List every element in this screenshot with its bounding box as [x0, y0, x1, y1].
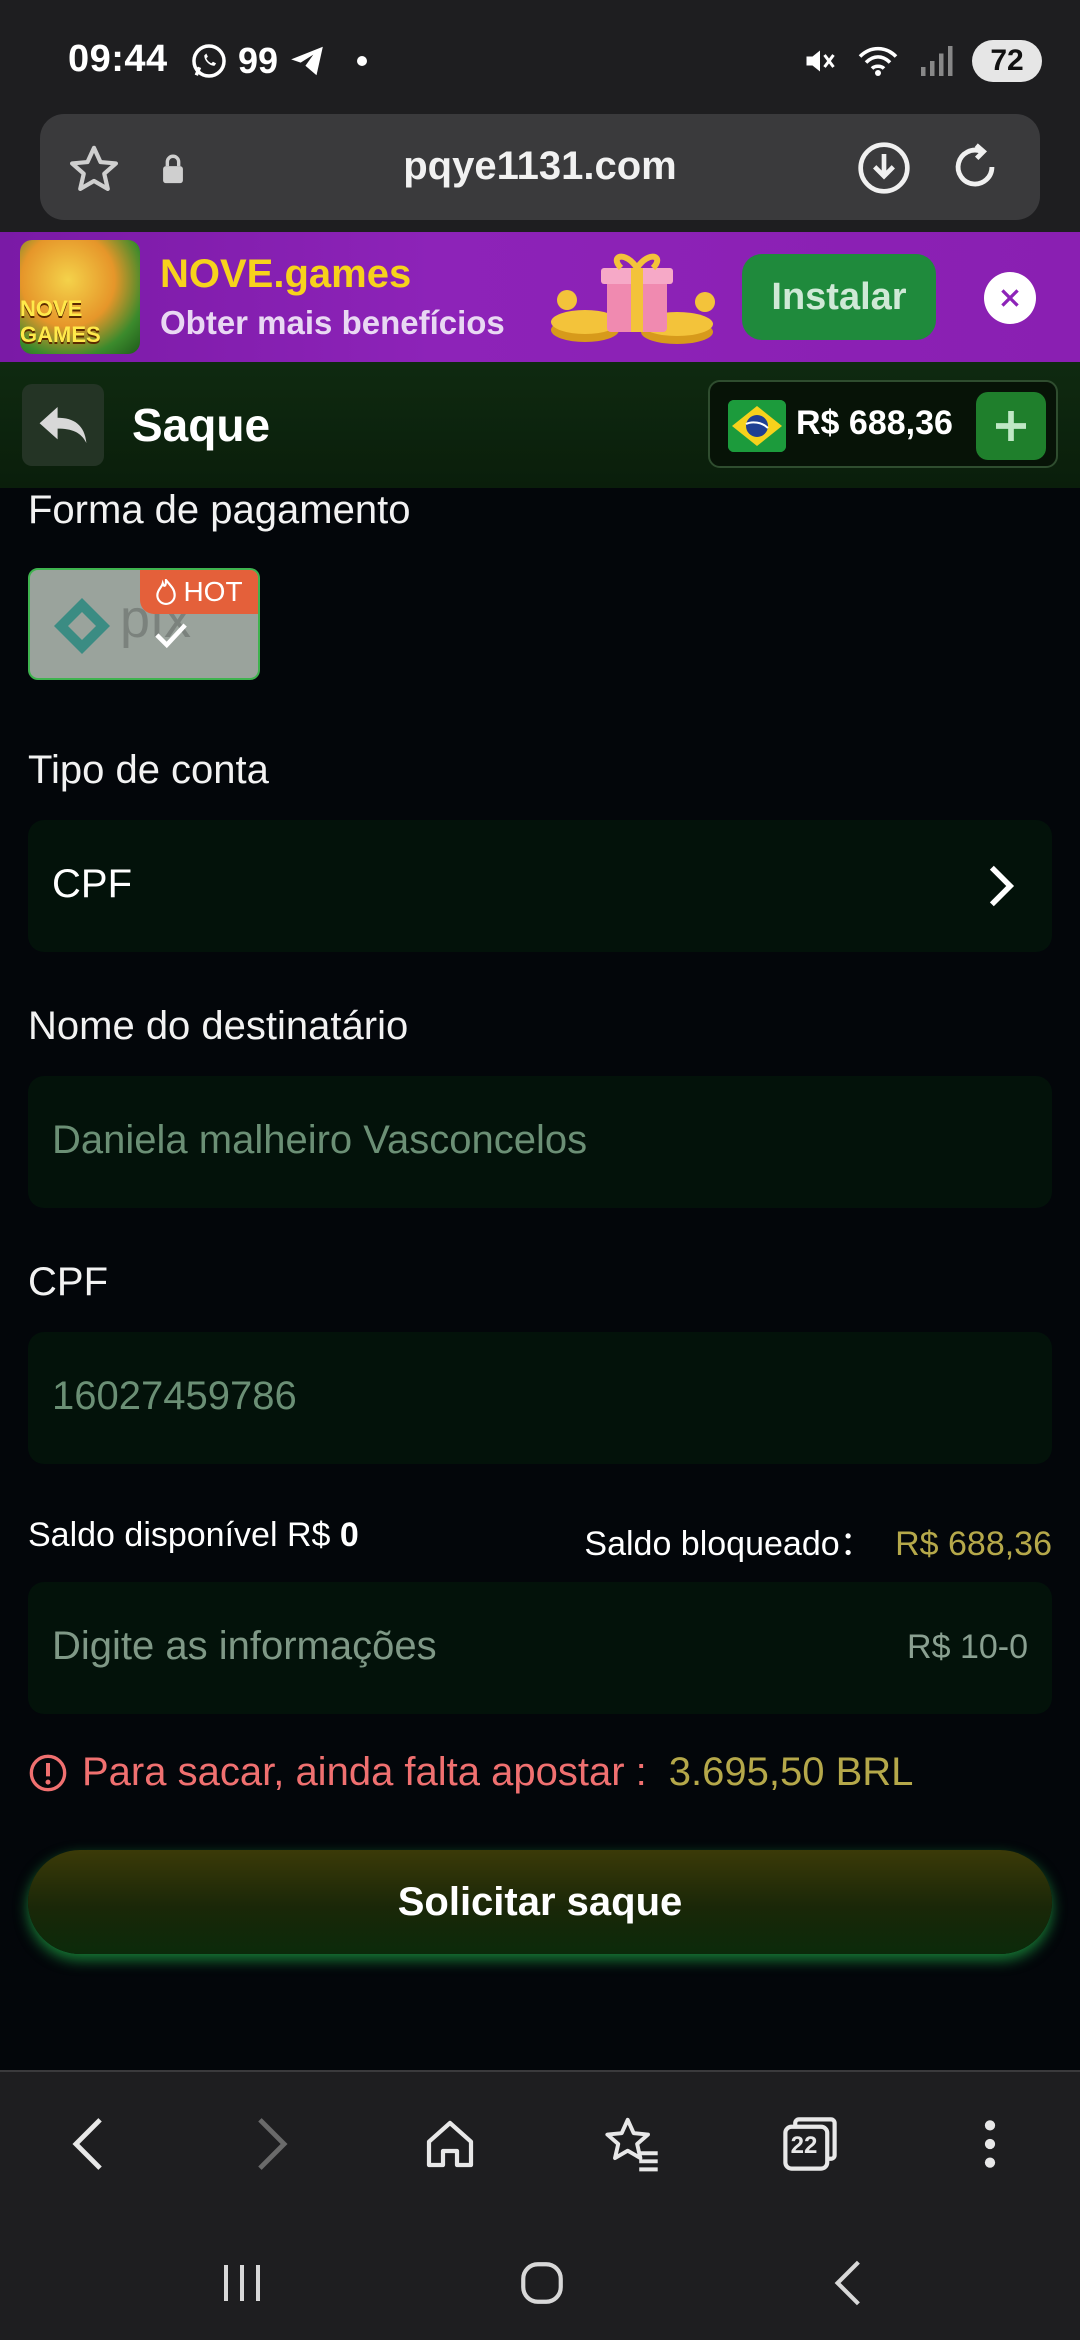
brazil-flag-icon: [728, 400, 786, 452]
status-notification-icons: 99: [190, 40, 374, 82]
pix-logo-icon: [54, 598, 110, 654]
notification-count: 99: [238, 40, 279, 81]
warning-text: Para sacar, ainda falta apostar :: [82, 1750, 647, 1794]
flame-icon: [156, 579, 177, 605]
address-bar[interactable]: pqye1131.com: [40, 114, 1040, 220]
home-icon: [426, 2120, 474, 2168]
chevron-left-icon: [72, 2118, 102, 2170]
more-vertical-icon: [984, 2120, 996, 2168]
recipient-name-label: Nome do destinatário: [28, 1004, 409, 1048]
alert-circle-icon: [29, 1754, 67, 1791]
balance-widget: R$ 688,36: [708, 380, 1058, 468]
browser-home-button[interactable]: [414, 2108, 486, 2180]
mute-icon: [806, 50, 835, 72]
cpf-label: CPF: [28, 1260, 108, 1304]
bookmarks-star-icon: [605, 2117, 658, 2172]
checkmark-icon: [155, 623, 187, 649]
tabs-button[interactable]: 22: [774, 2108, 846, 2180]
account-type-value: CPF: [52, 862, 132, 906]
bookmarks-button[interactable]: [594, 2108, 666, 2180]
blocked-balance-value: R$ 688,36: [895, 1525, 1052, 1563]
browser-toolbar: pqye1131.com: [0, 112, 1080, 232]
cpf-field[interactable]: 16027459786: [28, 1332, 1052, 1464]
available-balance-value: 0: [339, 1516, 359, 1554]
system-back-button[interactable]: [808, 2248, 888, 2318]
balance-amount: R$ 688,36: [796, 404, 953, 442]
recipient-name-field[interactable]: Daniela malheiro Vasconcelos: [28, 1076, 1052, 1208]
page-title: Saque: [132, 399, 271, 451]
browser-bottom-nav: 22: [0, 2070, 1080, 2210]
amount-placeholder: Digite as informações: [52, 1624, 437, 1668]
browser-back-button[interactable]: [52, 2108, 124, 2180]
tabs-count: 22: [790, 2132, 818, 2159]
recent-apps-button[interactable]: [202, 2248, 282, 2318]
pix-payment-option[interactable]: pix HOT: [28, 568, 260, 680]
status-time: 09:44: [68, 38, 168, 80]
available-balance: Saldo disponível R$ 0: [28, 1516, 359, 1554]
download-icon[interactable]: [856, 140, 912, 196]
refresh-icon[interactable]: [946, 138, 1004, 196]
reply-arrow-icon: [39, 407, 87, 443]
signal-icon: [921, 46, 953, 76]
chevron-right-icon: [989, 865, 1015, 907]
account-type-label: Tipo de conta: [28, 748, 269, 792]
whatsapp-icon: [192, 44, 226, 78]
app-header: Saque R$ 688,36: [0, 362, 1080, 488]
recipient-name-value: Daniela malheiro Vasconcelos: [52, 1118, 588, 1162]
balance-info-row: Saldo disponível R$ 0 Saldo bloqueado： R…: [28, 1516, 1052, 1563]
install-button[interactable]: Instalar: [742, 254, 936, 340]
home-system-button[interactable]: [502, 2248, 582, 2318]
deposit-plus-button[interactable]: [976, 392, 1046, 460]
back-button[interactable]: [22, 384, 104, 466]
back-chevron-icon: [834, 2260, 860, 2306]
wifi-icon: [858, 46, 898, 76]
payment-method-label: Forma de pagamento: [28, 488, 411, 532]
banner-subtitle: Obter mais benefícios: [160, 304, 505, 341]
dot-icon: [357, 56, 368, 66]
status-bar: 09:44 99 72: [0, 0, 1080, 112]
hot-badge: HOT: [140, 570, 258, 614]
cpf-value: 16027459786: [52, 1374, 297, 1418]
home-circle-icon: [521, 2262, 563, 2304]
browser-menu-button[interactable]: [954, 2108, 1026, 2180]
install-app-banner: NOVE GAMES NOVE.games Obter mais benefíc…: [0, 232, 1080, 362]
banner-title: NOVE.games: [160, 252, 412, 296]
telegram-icon: [291, 46, 323, 76]
nove-games-logo: NOVE GAMES: [20, 240, 140, 354]
amount-range: R$ 10-0: [907, 1628, 1028, 1666]
chevron-right-icon: [258, 2118, 288, 2170]
close-icon: [1001, 289, 1019, 307]
blocked-balance: Saldo bloqueado： R$ 688,36: [584, 1525, 1052, 1563]
withdraw-amount-input[interactable]: Digite as informações R$ 10-0: [28, 1582, 1052, 1714]
recents-icon: [224, 2265, 260, 2301]
browser-forward-button[interactable]: [236, 2108, 308, 2180]
system-navigation-bar: [0, 2210, 1080, 2340]
battery-indicator: 72: [972, 40, 1042, 82]
plus-icon: [996, 411, 1026, 441]
warning-amount: 3.695,50 BRL: [668, 1750, 914, 1794]
wager-warning: Para sacar, ainda falta apostar : 3.695,…: [28, 1750, 913, 1795]
account-type-select[interactable]: CPF: [28, 820, 1052, 952]
status-system-icons: 72: [802, 40, 1042, 82]
gift-coins-icon: [551, 253, 715, 344]
banner-close-button[interactable]: [984, 272, 1036, 324]
request-withdraw-button[interactable]: Solicitar saque: [28, 1850, 1052, 1954]
